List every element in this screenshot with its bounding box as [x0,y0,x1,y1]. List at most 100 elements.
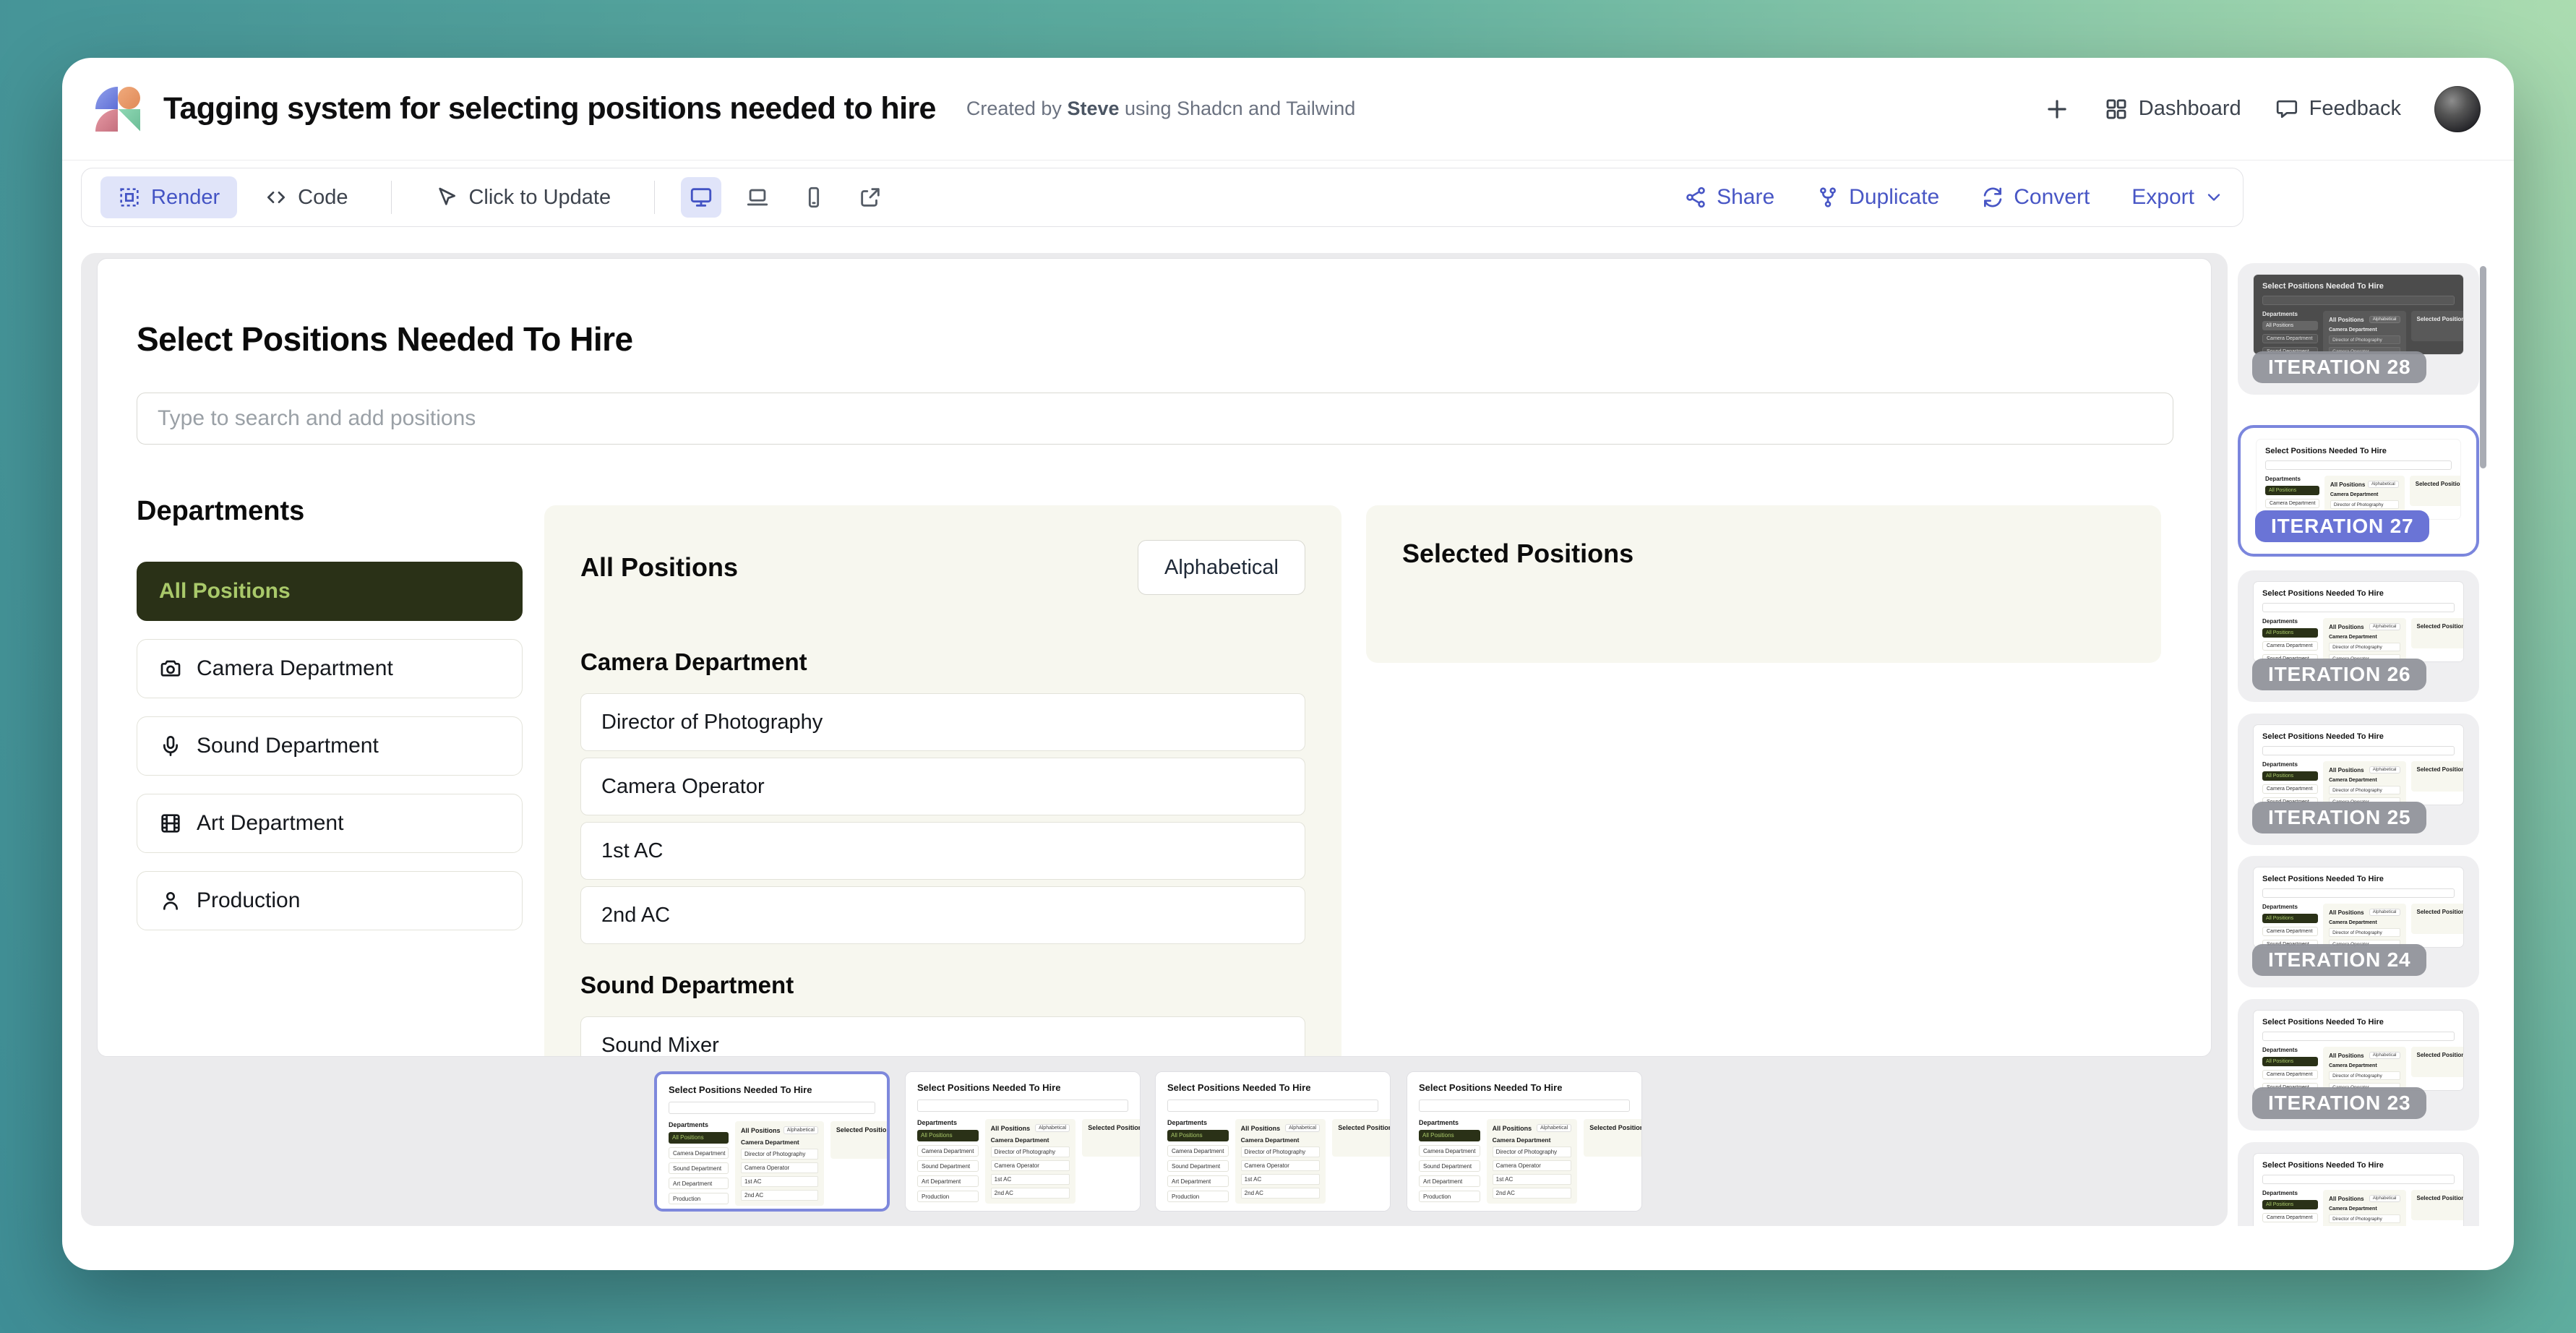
app-window: Tagging system for selecting positions n… [62,58,2514,1270]
iteration-card[interactable]: Select Positions Needed To HireDepartmen… [2238,713,2479,845]
iteration-card[interactable]: Select Positions Needed To HireDepartmen… [2238,425,2479,557]
open-preview-button[interactable] [850,177,890,218]
iteration-thumbnail: Select Positions Needed To HireDepartmen… [2254,725,2463,805]
sidebar-scrollbar[interactable] [2480,266,2486,468]
render-canvas: Select Positions Needed To Hire Departme… [81,253,2228,1226]
position-row[interactable]: Director of Photography [580,693,1305,751]
iteration-preview: Select Positions Needed To HireDepartmen… [906,1072,1140,1211]
mic-icon [159,734,182,758]
section-heading-camera: Camera Department [580,648,1305,676]
code-icon [265,186,288,209]
plus-icon [2043,95,2071,123]
iteration-card[interactable]: Select Positions Needed To HireDepartmen… [2238,570,2479,702]
departments-heading: Departments [137,496,523,527]
department-all-positions[interactable]: All Positions [137,562,523,621]
canvas-version-thumbnail[interactable]: Select Positions Needed To HireDepartmen… [1155,1071,1391,1212]
departments-column: Departments All Positions Camera Departm… [137,496,523,948]
alphabetical-sort-button[interactable]: Alphabetical [1138,540,1305,595]
position-row[interactable]: 2nd AC [580,886,1305,944]
film-icon [159,812,182,835]
selected-positions-heading: Selected Positions [1402,539,2125,569]
iteration-badge: ITERATION 25 [2252,802,2426,833]
iteration-badge: ITERATION 26 [2252,659,2426,690]
all-positions-panel: All Positions Alphabetical Camera Depart… [544,505,1341,1057]
selected-positions-panel: Selected Positions [1366,505,2161,663]
desktop-view-button[interactable] [681,177,721,218]
iteration-badge: ITERATION 23 [2252,1087,2426,1119]
open-in-new-icon [858,185,883,210]
cursor-icon [435,186,458,209]
smartphone-icon [802,185,826,210]
editor-toolbar: Render Code Click to Update Share [81,168,2244,227]
export-button[interactable]: Export [2131,185,2224,210]
share-button[interactable]: Share [1684,185,1774,210]
dashboard-button[interactable]: Dashboard [2104,97,2241,121]
user-icon [159,889,182,912]
click-to-update-button[interactable]: Click to Update [418,176,628,218]
section-heading-sound: Sound Department [580,972,1305,999]
code-tab[interactable]: Code [247,176,365,218]
all-positions-heading: All Positions [580,552,738,583]
canvas-version-thumbnail[interactable]: Select Positions Needed To HireDepartmen… [905,1071,1141,1212]
position-row[interactable]: 1st AC [580,822,1305,880]
byline-author: Steve [1067,98,1119,119]
app-preview: Select Positions Needed To Hire Departme… [97,258,2212,1057]
iteration-card[interactable]: Select Positions Needed To HireDepartmen… [2238,263,2479,395]
search-input[interactable] [137,393,2173,445]
iteration-preview: Select Positions Needed To HireDepartmen… [2254,582,2463,661]
branch-icon [1816,186,1839,209]
user-avatar[interactable] [2434,86,2481,132]
app-heading: Select Positions Needed To Hire [137,320,633,359]
iteration-preview: Select Positions Needed To HireDepartmen… [657,1074,887,1209]
laptop-view-button[interactable] [737,177,778,218]
iteration-badge: ITERATION 24 [2252,944,2426,976]
duplicate-button[interactable]: Duplicate [1816,185,1939,210]
chat-bubble-icon [2275,97,2299,121]
canvas-version-thumbnail[interactable]: Select Positions Needed To HireDepartmen… [1407,1071,1642,1212]
laptop-icon [745,185,770,210]
iteration-badge: ITERATION 28 [2252,351,2426,383]
magic-patterns-logo-icon[interactable] [95,87,140,132]
position-row[interactable]: Camera Operator [580,758,1305,815]
position-row[interactable]: Sound Mixer [580,1016,1305,1057]
iteration-thumbnail: Select Positions Needed To HireDepartmen… [2257,440,2460,519]
chevron-down-icon [2204,187,2224,207]
iteration-preview: Select Positions Needed To HireDepartmen… [1156,1072,1390,1211]
camera-icon [159,657,182,680]
iteration-preview: Select Positions Needed To HireDepartmen… [2254,1154,2463,1226]
iteration-thumbnail: Select Positions Needed To HireDepartmen… [2254,582,2463,661]
window-header: Tagging system for selecting positions n… [62,58,2514,160]
iteration-card[interactable]: Select Positions Needed To HireDepartmen… [2238,999,2479,1131]
iteration-thumbnail: Select Positions Needed To HireDepartmen… [2254,1011,2463,1090]
iteration-preview: Select Positions Needed To HireDepartmen… [2257,440,2460,519]
iteration-preview: Select Positions Needed To HireDepartmen… [2254,867,2463,947]
page-title: Tagging system for selecting positions n… [163,91,936,127]
monitor-icon [689,185,713,210]
iteration-preview: Select Positions Needed To HireDepartmen… [2254,725,2463,805]
feedback-button[interactable]: Feedback [2275,97,2401,121]
iteration-preview: Select Positions Needed To HireDepartmen… [1407,1072,1641,1211]
iteration-preview: Select Positions Needed To HireDepartmen… [2254,275,2463,354]
new-project-button[interactable] [2043,95,2071,123]
convert-refresh-icon [1981,186,2004,209]
department-production[interactable]: Production [137,871,523,930]
department-art[interactable]: Art Department [137,794,523,853]
iteration-card[interactable]: Select Positions Needed To HireDepartmen… [2238,856,2479,987]
department-camera[interactable]: Camera Department [137,639,523,698]
render-tab[interactable]: Render [100,176,237,218]
iterations-sidebar: Select Positions Needed To HireDepartmen… [2228,253,2514,1226]
iteration-thumbnail: Select Positions Needed To HireDepartmen… [2254,275,2463,354]
byline: Created by Steve using Shadcn and Tailwi… [966,98,1355,120]
iteration-badge: ITERATION 27 [2255,510,2429,542]
iteration-preview: Select Positions Needed To HireDepartmen… [2254,1011,2463,1090]
mobile-view-button[interactable] [794,177,834,218]
render-frame-icon [118,186,141,209]
convert-button[interactable]: Convert [1981,185,2090,210]
department-sound[interactable]: Sound Department [137,716,523,776]
iteration-thumbnail: Select Positions Needed To HireDepartmen… [2254,1154,2463,1226]
share-icon [1684,186,1707,209]
dashboard-grid-icon [2104,97,2129,121]
canvas-version-thumbnail[interactable]: Select Positions Needed To HireDepartmen… [654,1071,890,1212]
iteration-card[interactable]: Select Positions Needed To HireDepartmen… [2238,1142,2479,1226]
iteration-thumbnail: Select Positions Needed To HireDepartmen… [2254,867,2463,947]
